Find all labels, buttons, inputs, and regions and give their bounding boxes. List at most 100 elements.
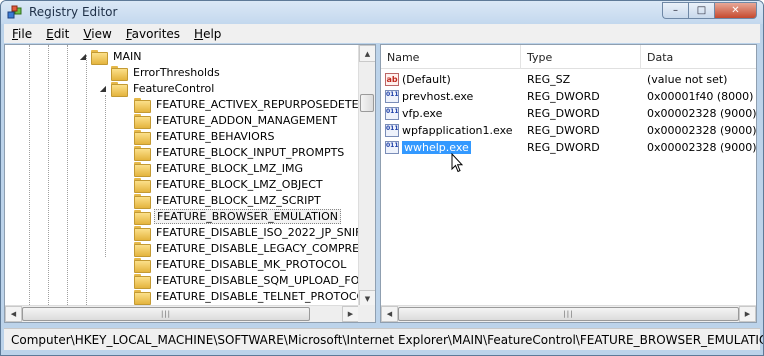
expand-arrow-icon[interactable]: ◢ [97, 84, 109, 93]
tree-item[interactable]: FEATURE_BLOCK_LMZ_SCRIPT [118, 192, 323, 209]
folder-icon [134, 97, 151, 113]
minimize-button[interactable]: – [662, 2, 688, 19]
value-type-cell: REG_DWORD [527, 124, 600, 137]
tree-item-label: FEATURE_BLOCK_INPUT_PROMPTS [156, 145, 345, 159]
folder-icon [134, 177, 151, 193]
folder-icon [111, 65, 128, 81]
value-data-cell: 0x00002328 (9000) [647, 107, 756, 120]
binary-value-icon: 011 110 [385, 107, 399, 120]
scroll-left-arrow[interactable]: ◀ [381, 306, 398, 322]
folder-icon [134, 161, 151, 177]
tree-item[interactable]: FEATURE_DISABLE_SQM_UPLOAD_FOR_A [118, 272, 359, 289]
folder-icon [134, 113, 151, 129]
folder-icon [134, 273, 151, 289]
tree-item[interactable]: FEATURE_BLOCK_INPUT_PROMPTS [118, 144, 346, 161]
binary-value-icon: 011 110 [385, 124, 399, 137]
tree-item-label: FEATURE_DISABLE_ISO_2022_JP_SNIFFIN [156, 225, 359, 239]
tree-item[interactable]: FEATURE_BLOCK_LMZ_IMG [118, 160, 305, 177]
list-item[interactable]: 011 110wwhelp.exeREG_DWORD0x00002328 (90… [381, 139, 756, 156]
tree-item[interactable]: FEATURE_DISABLE_MK_PROTOCOL [118, 256, 348, 273]
folder-icon [134, 225, 151, 241]
menu-file[interactable]: File [12, 27, 32, 41]
tree-item[interactable]: FEATURE_BLOCK_LMZ_OBJECT [118, 176, 325, 193]
value-type-cell: REG_DWORD [527, 90, 600, 103]
list-horizontal-scrollbar[interactable]: ◀ ||| ▶ [381, 305, 756, 322]
list-horizontal-scroll-thumb[interactable]: ||| [398, 307, 739, 321]
folder-icon [134, 241, 151, 257]
folder-icon [111, 81, 128, 97]
value-name: wpfapplication1.exe [402, 124, 513, 137]
list-header: Name Type Data [381, 45, 756, 69]
tree-item[interactable]: FEATURE_ACTIVEX_REPURPOSEDETECTIC [118, 96, 359, 113]
tree-vertical-scroll-thumb[interactable] [360, 94, 374, 112]
list-item[interactable]: 011 110vfp.exe REG_DWORD 0x00002328 (9000) [381, 105, 756, 122]
scroll-up-arrow[interactable]: ▲ [359, 45, 375, 62]
scroll-left-arrow[interactable]: ◀ [5, 306, 22, 322]
tree-vertical-scrollbar[interactable]: ▲ ▼ [358, 45, 375, 307]
value-name: prevhost.exe [402, 90, 474, 103]
window-controls: – □ ✕ [662, 2, 757, 19]
string-value-icon: ab [385, 73, 399, 86]
tree-item-label: FEATURE_BLOCK_LMZ_IMG [156, 161, 304, 175]
menu-view[interactable]: View [83, 27, 111, 41]
value-data-cell: 0x00002328 (9000) [647, 141, 756, 154]
tree-item[interactable]: FEATURE_BROWSER_EMULATION [118, 208, 342, 225]
tree-item[interactable]: ◢ FeatureControl [97, 80, 216, 97]
tree-horizontal-scroll-thumb[interactable]: ||| [22, 307, 310, 321]
value-name-cell: ab (Default) [381, 73, 521, 86]
folder-icon [134, 209, 151, 225]
tree-item-label: FEATURE_DISABLE_SQM_UPLOAD_FOR_A [156, 273, 359, 287]
list-item[interactable]: ab (Default) REG_SZ (value not set) [381, 71, 756, 88]
registry-editor-window: Registry Editor – □ ✕ File Edit View Fav… [0, 0, 764, 356]
value-data-cell: 0x00002328 (9000) [647, 124, 756, 137]
tree-item[interactable]: FEATURE_ADDON_MANAGEMENT [118, 112, 339, 129]
key-tree-pane[interactable]: ◢ MAIN ErrorThresholds ◢ FeatureControl FEATU… [4, 44, 376, 323]
folder-icon [134, 145, 151, 161]
tree-item-label: FEATURE_BROWSER_EMULATION [154, 208, 342, 224]
menu-edit[interactable]: Edit [46, 27, 69, 41]
column-header-type[interactable]: Type [521, 45, 641, 69]
mouse-pointer-icon [451, 153, 463, 173]
list-item[interactable]: 011 110prevhost.exe REG_DWORD 0x00001f40 (… [381, 88, 756, 105]
tree-item[interactable]: ErrorThresholds [97, 64, 222, 81]
value-name: vfp.exe [402, 107, 443, 120]
value-data-cell: 0x00001f40 (8000) [647, 90, 754, 103]
title-bar[interactable]: Registry Editor – □ ✕ [1, 1, 763, 24]
maximize-button[interactable]: □ [688, 2, 714, 19]
value-name-cell: 011 110prevhost.exe [381, 90, 521, 103]
tree-guide-line [86, 55, 87, 307]
value-name-cell: 011 110wpfapplication1.exe [381, 124, 521, 137]
column-header-name[interactable]: Name [381, 45, 521, 69]
registry-editor-icon [7, 5, 22, 19]
tree-item-label: FEATURE_BLOCK_LMZ_OBJECT [156, 177, 323, 191]
tree-item[interactable]: ◢ MAIN [77, 48, 144, 65]
values-list-pane[interactable]: Name Type Data ab (Default) REG_SZ (value n… [380, 44, 757, 323]
folder-icon [134, 193, 151, 209]
tree-item[interactable]: FEATURE_BEHAVIORS [118, 128, 276, 145]
binary-value-icon: 011 110 [385, 90, 399, 103]
value-type-cell: REG_DWORD [527, 107, 600, 120]
list-item[interactable]: 011 110wpfapplication1.exe REG_DWORD 0x000… [381, 122, 756, 139]
tree-item-label: FEATURE_ACTIVEX_REPURPOSEDETECTIC [156, 97, 359, 111]
value-type-cell: REG_SZ [527, 73, 571, 86]
tree-guide-line [67, 45, 68, 307]
tree-guide-line [48, 45, 49, 307]
tree-item-label: FEATURE_DISABLE_LEGACY_COMPRESSIC [156, 241, 359, 255]
scroll-right-arrow[interactable]: ▶ [342, 306, 359, 322]
close-button[interactable]: ✕ [714, 2, 757, 19]
column-header-data[interactable]: Data [641, 45, 756, 69]
tree-item[interactable]: FEATURE_DISABLE_TELNET_PROTOCOL [118, 288, 359, 305]
folder-icon [134, 129, 151, 145]
tree-item-label: FEATURE_BLOCK_LMZ_SCRIPT [156, 193, 321, 207]
tree-item[interactable]: FEATURE_DISABLE_ISO_2022_JP_SNIFFIN [118, 224, 359, 241]
value-name-cell: 011 110vfp.exe [381, 107, 521, 120]
menu-help[interactable]: Help [194, 27, 221, 41]
tree-guide-line [105, 95, 106, 257]
key-tree: ◢ MAIN ErrorThresholds ◢ FeatureControl FEATU… [5, 45, 359, 307]
tree-horizontal-scrollbar[interactable]: ◀ ||| ▶ [5, 305, 359, 322]
tree-item[interactable]: FEATURE_DISABLE_LEGACY_COMPRESSIC [118, 240, 359, 257]
menu-favorites[interactable]: Favorites [126, 27, 180, 41]
tree-item-label: FeatureControl [133, 81, 215, 95]
scroll-right-arrow[interactable]: ▶ [739, 306, 756, 322]
expand-arrow-icon[interactable]: ◢ [77, 52, 89, 61]
